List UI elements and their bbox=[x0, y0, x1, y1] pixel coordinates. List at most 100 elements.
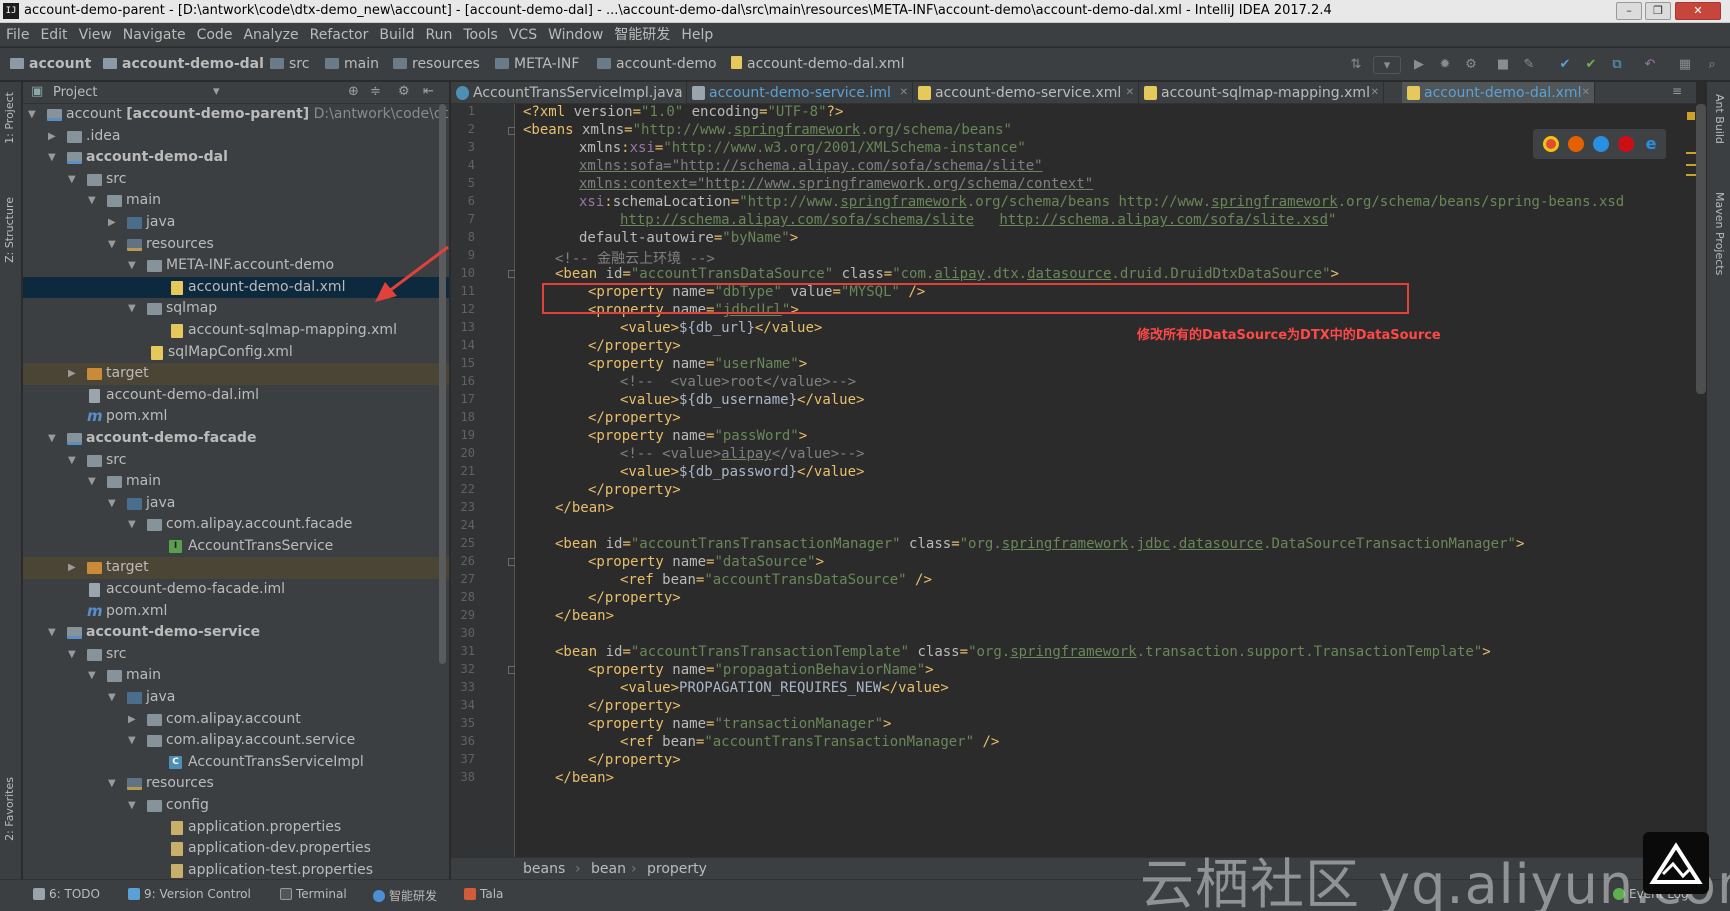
gear-icon[interactable]: ⚙ bbox=[398, 84, 410, 99]
tree-row-java[interactable]: ▶ java bbox=[23, 212, 449, 234]
tree-row-sqlmap-mapping[interactable]: account-sqlmap-mapping.xml bbox=[23, 320, 449, 342]
tree-row-facade-pom[interactable]: m pom.xml bbox=[23, 601, 449, 623]
nav-crumb-src[interactable]: src bbox=[270, 48, 309, 81]
close-tab-icon[interactable]: ✕ bbox=[1371, 82, 1379, 103]
menu-analyze[interactable]: Analyze bbox=[237, 23, 303, 47]
marker[interactable] bbox=[1686, 164, 1696, 166]
breadcrumb-property[interactable]: property bbox=[647, 858, 707, 880]
warning-marker-icon[interactable] bbox=[1687, 112, 1695, 120]
tab-account-demo-service-xml[interactable]: account-demo-service.xml ✕ bbox=[913, 82, 1139, 103]
project-tool-tab[interactable]: 1: Project bbox=[3, 92, 16, 144]
internet-explorer-icon[interactable]: e bbox=[1643, 136, 1659, 152]
nav-crumb-main[interactable]: main bbox=[325, 48, 379, 81]
tree-row-target[interactable]: ▶ target bbox=[23, 557, 449, 580]
nav-crumb-project[interactable]: account bbox=[10, 48, 91, 81]
tree-row-target[interactable]: ▶ target bbox=[23, 363, 449, 385]
nav-crumb-account-demo[interactable]: account-demo bbox=[597, 48, 717, 81]
smart-dev-tool-button[interactable]: 智能研发 bbox=[373, 887, 437, 904]
compare-icon[interactable]: ⧉ bbox=[1608, 56, 1626, 74]
stop-icon[interactable]: ■ bbox=[1494, 56, 1512, 74]
close-tab-icon[interactable]: ✕ bbox=[674, 82, 682, 103]
safari-icon[interactable] bbox=[1593, 136, 1609, 152]
menu-tools[interactable]: Tools bbox=[457, 23, 503, 47]
tree-row-resources[interactable]: ▼ resources bbox=[23, 773, 449, 795]
hide-panel-icon[interactable]: ⇤ bbox=[423, 84, 434, 99]
menu-refactor[interactable]: Refactor bbox=[304, 23, 374, 47]
tab-account-sqlmap-mapping-xml[interactable]: account-sqlmap-mapping.xml ✕ bbox=[1139, 82, 1384, 103]
minimize-button[interactable]: – bbox=[1616, 2, 1642, 20]
maven-projects-tab[interactable]: Maven Projects bbox=[1713, 192, 1726, 275]
tree-row-config[interactable]: ▼ config bbox=[23, 795, 449, 817]
tree-row-class-accounttransserviceimpl[interactable]: C AccountTransServiceImpl bbox=[23, 752, 449, 774]
tree-row-application-test-properties[interactable]: application-test.properties bbox=[23, 860, 449, 879]
project-panel-scrollbar[interactable] bbox=[439, 104, 446, 664]
tree-row-main[interactable]: ▼ main bbox=[23, 190, 449, 212]
vcs-commit-icon[interactable]: ✔ bbox=[1556, 56, 1574, 74]
maximize-button[interactable]: ❐ bbox=[1645, 2, 1671, 20]
tree-row-module-dal[interactable]: ▼ account-demo-dal bbox=[23, 147, 449, 169]
tab-list-icon[interactable]: ≡ bbox=[1672, 84, 1682, 98]
menu-navigate[interactable]: Navigate bbox=[117, 23, 191, 47]
editor-scrollbar[interactable] bbox=[1696, 104, 1706, 394]
tree-row-dal-iml[interactable]: account-demo-dal.iml bbox=[23, 385, 449, 407]
close-tab-icon[interactable]: ✕ bbox=[900, 82, 908, 103]
structure-tool-tab[interactable]: Z: Structure bbox=[3, 197, 16, 263]
breadcrumb-bean[interactable]: bean bbox=[591, 858, 626, 880]
close-tab-icon[interactable]: ✕ bbox=[1582, 82, 1590, 103]
tree-row-main[interactable]: ▼ main bbox=[23, 665, 449, 687]
scroll-from-source-icon[interactable]: ⊕ bbox=[348, 84, 359, 99]
tree-row-package-facade[interactable]: ▼ com.alipay.account.facade bbox=[23, 514, 449, 536]
tree-row-interface-accounttransservice[interactable]: I AccountTransService bbox=[23, 536, 449, 558]
menu-smart-dev[interactable]: 智能研发 bbox=[608, 23, 675, 47]
menu-view[interactable]: View bbox=[73, 23, 117, 47]
tree-row-dal-pom[interactable]: m pom.xml bbox=[23, 406, 449, 428]
tree-row-application-properties[interactable]: application.properties bbox=[23, 817, 449, 839]
vcs-push-icon[interactable]: ✔ bbox=[1582, 56, 1600, 74]
revert-icon[interactable]: ↶ bbox=[1641, 56, 1659, 74]
opera-icon[interactable] bbox=[1618, 136, 1634, 152]
chrome-icon[interactable] bbox=[1543, 136, 1559, 152]
ant-build-tab[interactable]: Ant Build bbox=[1713, 94, 1726, 144]
collapse-all-icon[interactable]: ≑ bbox=[370, 84, 381, 99]
nav-crumb-module[interactable]: account-demo-dal bbox=[103, 48, 264, 81]
firefox-icon[interactable] bbox=[1568, 136, 1584, 152]
version-control-tool-button[interactable]: 9: Version Control bbox=[128, 887, 251, 901]
menu-file[interactable]: File bbox=[0, 23, 34, 47]
menu-run[interactable]: Run bbox=[420, 23, 458, 47]
debug-icon[interactable]: ✹ bbox=[1436, 56, 1454, 74]
tree-row-main[interactable]: ▼ main bbox=[23, 471, 449, 493]
menu-build[interactable]: Build bbox=[373, 23, 419, 47]
marker[interactable] bbox=[1686, 174, 1696, 176]
nav-crumb-meta-inf[interactable]: META-INF bbox=[495, 48, 579, 81]
tree-row-module-service[interactable]: ▼ account-demo-service bbox=[23, 622, 449, 644]
tree-row-facade-iml[interactable]: account-demo-facade.iml bbox=[23, 579, 449, 601]
menu-code[interactable]: Code bbox=[191, 23, 238, 47]
menu-window[interactable]: Window bbox=[542, 23, 608, 47]
menu-help[interactable]: Help bbox=[675, 23, 718, 47]
tab-account-demo-dal-xml[interactable]: account-demo-dal.xml ✕ bbox=[1402, 82, 1595, 103]
build-icon[interactable]: ✎ bbox=[1520, 56, 1538, 74]
tree-row-package-service[interactable]: ▼ com.alipay.account.service bbox=[23, 730, 449, 752]
search-icon[interactable]: ⌕ bbox=[1703, 56, 1721, 74]
menu-edit[interactable]: Edit bbox=[34, 23, 72, 47]
tree-row-project-root[interactable]: ▼ account [account-demo-parent] D:\antwor… bbox=[23, 104, 449, 126]
tree-row-application-dev-properties[interactable]: application-dev.properties bbox=[23, 838, 449, 860]
run-config-dropdown[interactable]: ▾ bbox=[1373, 56, 1401, 74]
nav-crumb-file[interactable]: account-demo-dal.xml bbox=[731, 48, 904, 81]
todo-tool-button[interactable]: 6: TODO bbox=[33, 887, 100, 901]
tree-row-package-account[interactable]: ▶ com.alipay.account bbox=[23, 709, 449, 731]
tala-tool-button[interactable]: Tala bbox=[464, 887, 503, 901]
tab-accounttransserviceimpl-java[interactable]: AccountTransServiceImpl.java ✕ bbox=[451, 82, 687, 103]
run-icon[interactable]: ▶ bbox=[1410, 56, 1428, 74]
coverage-icon[interactable]: ⚙ bbox=[1462, 56, 1480, 74]
menu-vcs[interactable]: VCS bbox=[503, 23, 542, 47]
tree-row-sqlmapconfig[interactable]: sqlMapConfig.xml bbox=[23, 342, 449, 364]
terminal-tool-button[interactable]: Terminal bbox=[280, 887, 347, 901]
tree-row-java[interactable]: ▼ java bbox=[23, 687, 449, 709]
project-structure-icon[interactable]: ▦ bbox=[1676, 56, 1694, 74]
vcs-update-icon[interactable]: ⇅ bbox=[1347, 56, 1365, 74]
tree-row-src[interactable]: ▼ src bbox=[23, 169, 449, 191]
tree-row-src[interactable]: ▼ src bbox=[23, 644, 449, 666]
marker[interactable] bbox=[1686, 152, 1696, 154]
tab-account-demo-service-iml[interactable]: account-demo-service.iml ✕ bbox=[687, 82, 913, 103]
